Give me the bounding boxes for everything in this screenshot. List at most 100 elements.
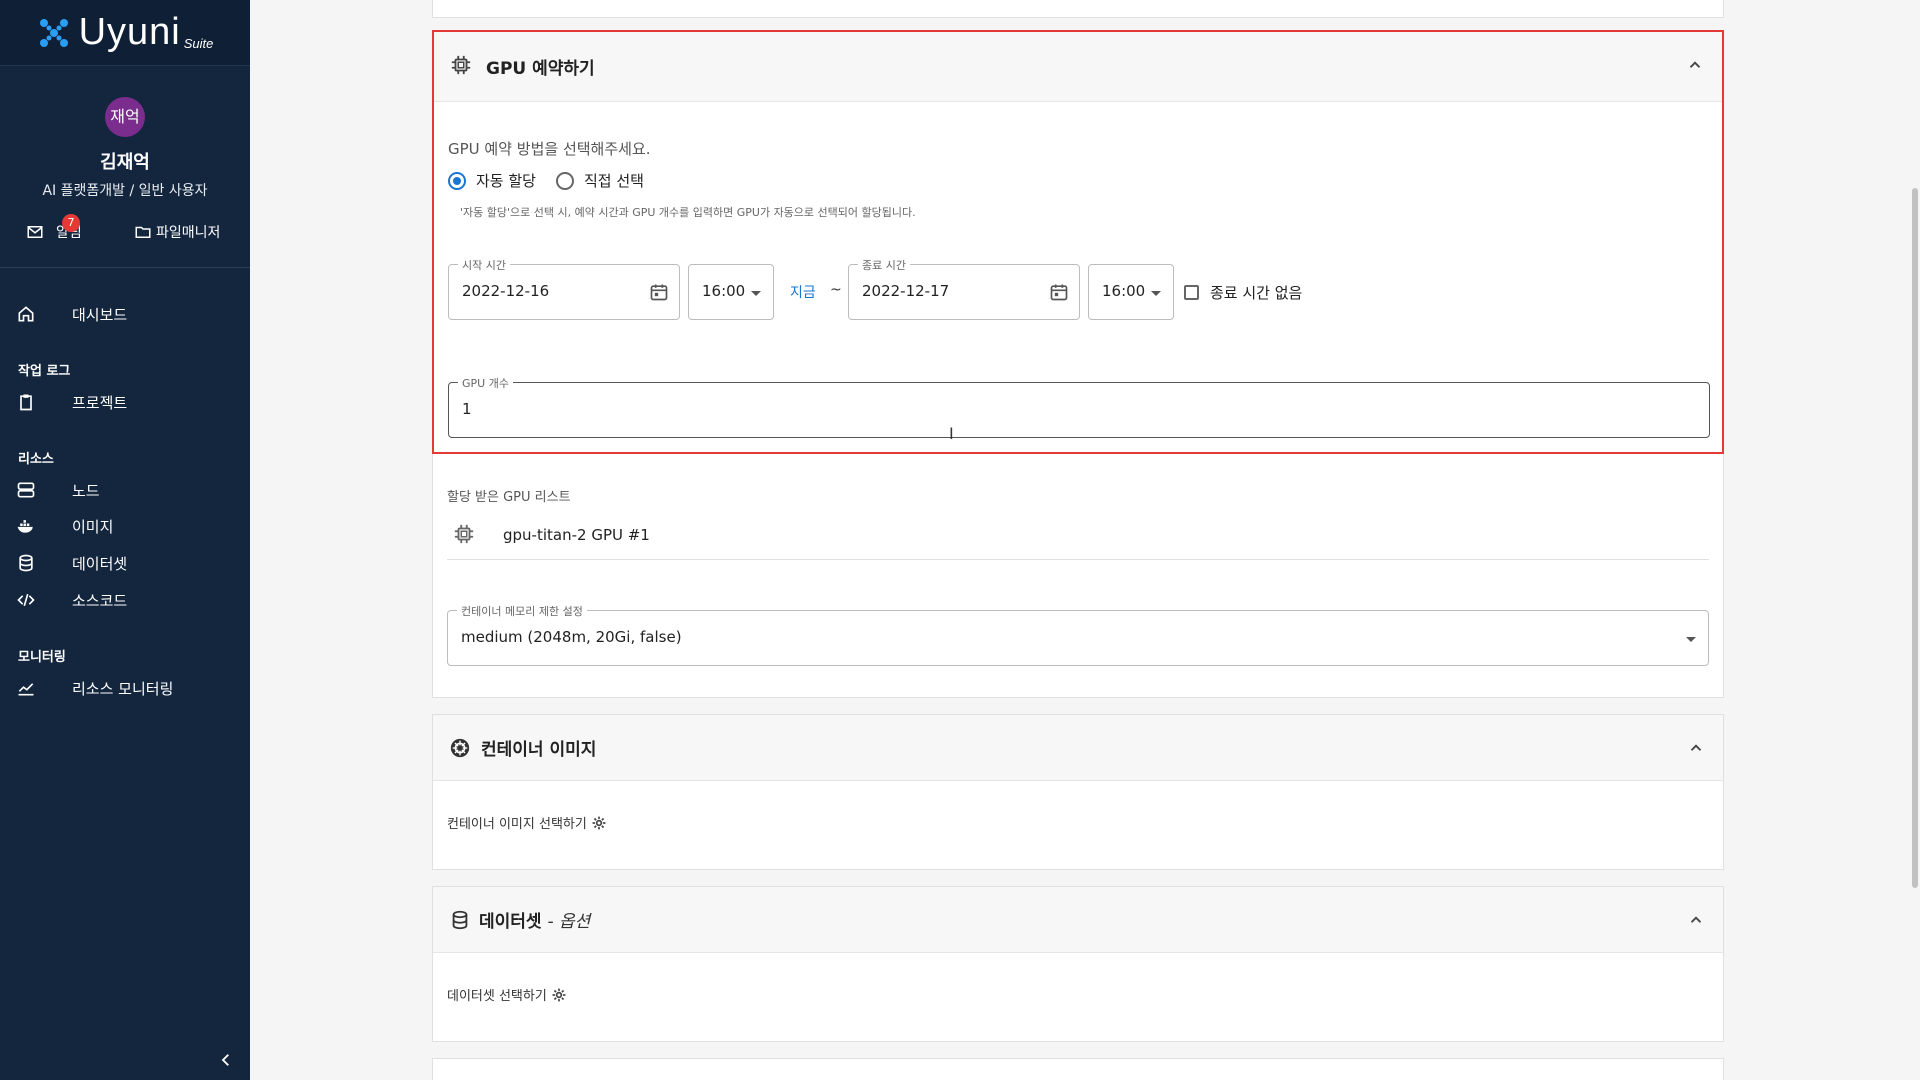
gear-icon <box>592 816 606 830</box>
file-manager-label: 파일매니저 <box>156 225 221 241</box>
start-date-value: 2022-12-16 <box>462 282 550 300</box>
gpu-card-header[interactable]: GPU 예약하기 <box>434 32 1722 102</box>
quick-actions: 7 알림 파일매니저 <box>0 214 250 246</box>
gear-icon <box>552 988 566 1002</box>
radio-checked-icon <box>448 171 466 190</box>
dataset-title-text: 데이터셋 <box>479 912 542 932</box>
start-time-select[interactable]: 16:00 <box>688 264 774 320</box>
select-dataset-button[interactable]: 데이터셋 선택하기 <box>447 985 566 1004</box>
sidebar-item-resource-monitoring[interactable]: 리소스 모니터링 <box>0 672 250 704</box>
radio-manual-label: 직접 선택 <box>584 172 644 190</box>
select-container-image-label: 컨테이너 이미지 선택하기 <box>447 817 587 832</box>
dropdown-arrow-icon <box>751 291 761 296</box>
calendar-icon[interactable] <box>649 282 669 302</box>
chevron-left-icon <box>221 1054 229 1066</box>
nav-section-worklog: 작업 로그 <box>18 364 71 379</box>
mail-icon <box>27 226 43 238</box>
nav-section-monitoring: 모니터링 <box>18 650 66 665</box>
start-time-value: 16:00 <box>702 282 746 300</box>
auto-assign-hint: '자동 할당'으로 선택 시, 예약 시간과 GPU 개수를 입력하면 GPU가… <box>460 206 916 219</box>
docker-icon <box>16 516 36 536</box>
next-card <box>432 1058 1724 1080</box>
radio-auto-assign[interactable]: 자동 할당 <box>448 170 536 191</box>
helm-wheel-icon <box>449 737 471 759</box>
user-name: 김재억 <box>100 152 150 173</box>
chevron-up-icon[interactable] <box>1686 56 1704 74</box>
chevron-up-icon[interactable] <box>1687 739 1705 757</box>
select-dataset-label: 데이터셋 선택하기 <box>447 989 547 1004</box>
sidebar-item-label: 프로젝트 <box>72 393 128 412</box>
gpu-count-value: 1 <box>462 400 472 418</box>
container-card-header[interactable]: 컨테이너 이미지 <box>433 715 1723 781</box>
memory-limit-value: medium (2048m, 20Gi, false) <box>461 628 682 646</box>
chevron-up-icon[interactable] <box>1687 911 1705 929</box>
sidebar-item-sourcecode[interactable]: 소스코드 <box>0 584 250 616</box>
sidebar-item-image[interactable]: 이미지 <box>0 510 250 542</box>
logo[interactable]: Uyuni Suite <box>0 0 250 66</box>
server-icon <box>16 480 36 500</box>
checkbox-icon <box>1184 285 1199 300</box>
nav-section-resource: 리소스 <box>18 452 54 467</box>
gpu-card-title: GPU 예약하기 <box>486 59 595 79</box>
sidebar-item-label: 소스코드 <box>72 591 128 610</box>
sidebar-item-label: 리소스 모니터링 <box>72 679 174 698</box>
gpu-assignment-card: 할당 받은 GPU 리스트 gpu-titan-2 GPU #1 컨테이너 메모… <box>432 454 1724 698</box>
sidebar-item-label: 대시보드 <box>72 305 128 324</box>
dropdown-arrow-icon <box>1151 291 1161 296</box>
end-time-select[interactable]: 16:00 <box>1088 264 1174 320</box>
dataset-card-title: 데이터셋 - 옵션 <box>479 907 590 932</box>
chip-icon <box>453 523 475 545</box>
now-link[interactable]: 지금 <box>790 282 816 302</box>
clipboard-icon <box>16 392 36 412</box>
dataset-card-header[interactable]: 데이터셋 - 옵션 <box>433 887 1723 953</box>
radio-manual-select[interactable]: 직접 선택 <box>556 170 644 191</box>
sidebar-item-node[interactable]: 노드 <box>0 474 250 506</box>
list-item: gpu-titan-2 GPU #1 <box>447 510 1709 560</box>
sidebar-item-project[interactable]: 프로젝트 <box>0 386 250 418</box>
dataset-card: 데이터셋 - 옵션 데이터셋 선택하기 <box>432 886 1724 1042</box>
sidebar-item-label: 데이터셋 <box>72 554 128 573</box>
main-content: GPU 예약하기 GPU 예약 방법을 선택해주세요. 자동 할당 직접 선택 … <box>250 0 1910 1080</box>
radio-auto-label: 자동 할당 <box>476 172 536 190</box>
memory-limit-select[interactable]: 컨테이너 메모리 제한 설정 medium (2048m, 20Gi, fals… <box>447 603 1709 666</box>
collapse-sidebar-button[interactable] <box>214 1048 238 1072</box>
brand-suffix: Suite <box>183 36 214 51</box>
container-image-card: 컨테이너 이미지 컨테이너 이미지 선택하기 <box>432 714 1724 870</box>
scrollbar-thumb[interactable] <box>1912 188 1918 888</box>
no-end-time-checkbox[interactable]: 종료 시간 없음 <box>1184 282 1302 303</box>
text-cursor-icon: I <box>949 424 954 443</box>
radio-unchecked-icon <box>556 171 574 190</box>
database-icon <box>16 553 36 573</box>
file-manager-button[interactable]: 파일매니저 <box>134 222 220 242</box>
avatar[interactable]: 재억 <box>105 97 145 137</box>
calendar-icon[interactable] <box>1049 282 1069 302</box>
end-time-value: 16:00 <box>1102 282 1146 300</box>
sidebar-item-label: 이미지 <box>72 517 114 536</box>
sidebar-item-dashboard[interactable]: 대시보드 <box>0 298 250 330</box>
home-icon <box>16 304 36 324</box>
select-container-image-button[interactable]: 컨테이너 이미지 선택하기 <box>447 813 606 832</box>
gpu-count-label: GPU 개수 <box>458 375 513 391</box>
gpu-count-input[interactable]: GPU 개수 1 <box>448 375 1710 438</box>
notification-button[interactable]: 7 알림 <box>26 214 82 242</box>
end-date-field[interactable]: 종료 시간 2022-12-17 <box>848 257 1080 320</box>
code-icon <box>16 590 36 610</box>
end-date-label: 종료 시간 <box>858 257 910 273</box>
previous-card <box>432 0 1724 18</box>
sidebar-item-label: 노드 <box>72 481 100 500</box>
folder-icon <box>135 226 151 238</box>
assigned-gpu-name: gpu-titan-2 GPU #1 <box>503 525 650 544</box>
sidebar-item-dataset[interactable]: 데이터셋 <box>0 547 250 579</box>
user-role: AI 플랫폼개발 / 일반 사용자 <box>42 183 208 199</box>
sidebar: Uyuni Suite 재억 김재억 AI 플랫폼개발 / 일반 사용자 7 알… <box>0 0 250 1080</box>
chart-line-icon <box>16 678 36 698</box>
page-scrollbar[interactable] <box>1910 0 1920 1080</box>
start-date-field[interactable]: 시작 시간 2022-12-16 <box>448 257 680 320</box>
assigned-gpu-title: 할당 받은 GPU 리스트 <box>447 490 571 505</box>
reservation-method-prompt: GPU 예약 방법을 선택해주세요. <box>448 140 651 158</box>
uyuni-logo-icon <box>39 18 68 47</box>
start-date-label: 시작 시간 <box>458 257 510 273</box>
brand-name: Uyuni <box>78 11 181 53</box>
range-separator: ~ <box>830 282 842 298</box>
notification-badge: 7 <box>62 214 80 232</box>
